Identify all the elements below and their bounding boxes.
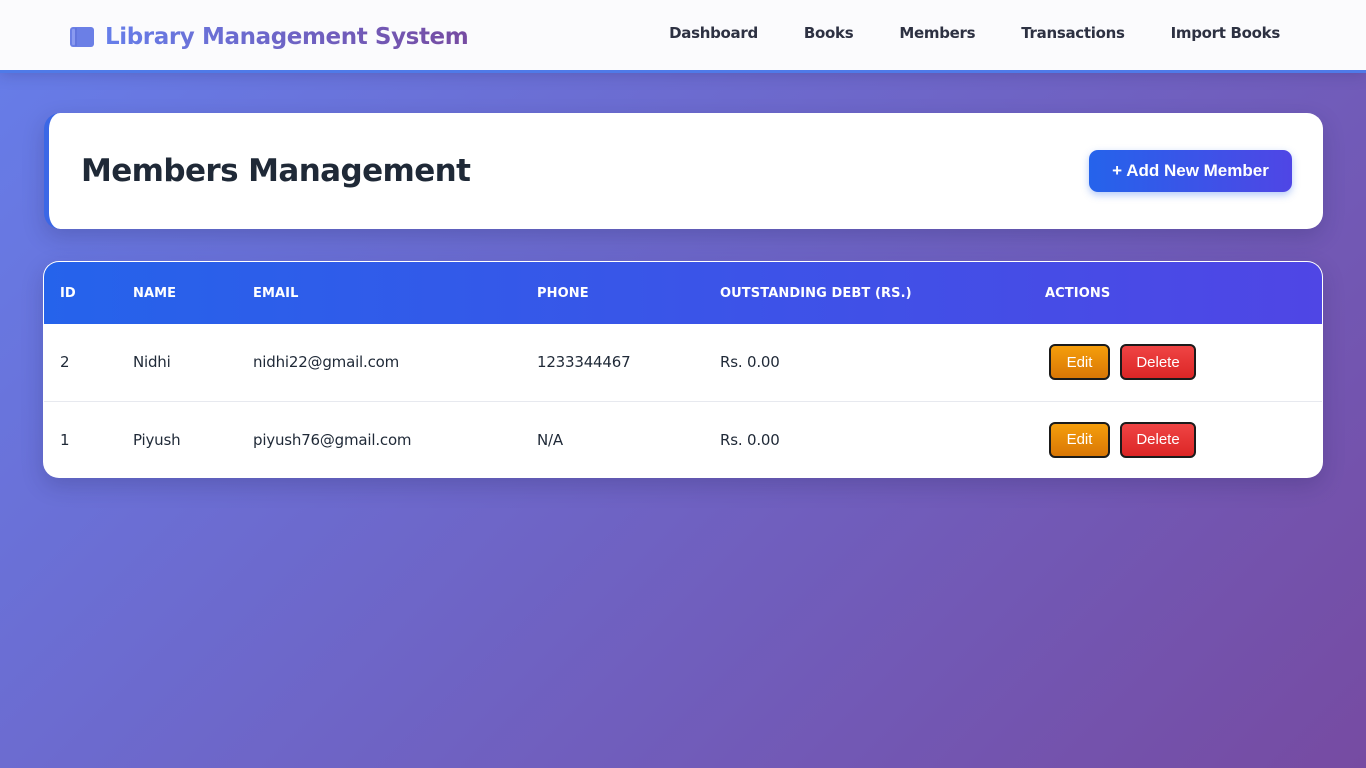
edit-button[interactable]: Edit — [1049, 421, 1110, 458]
delete-button[interactable]: Delete — [1120, 344, 1196, 381]
cell-id: 2 — [60, 353, 70, 372]
cell-actions: Edit Delete — [1029, 324, 1322, 401]
nav-members[interactable]: Members — [899, 24, 975, 42]
nav-books[interactable]: Books — [804, 24, 854, 42]
cell-debt: Rs. 0.00 — [720, 353, 780, 372]
cell-id: 1 — [44, 400, 117, 477]
members-table: ID NAME EMAIL PHONE OUTSTANDING DEBT (RS… — [44, 262, 1322, 477]
nav-import-books[interactable]: Import Books — [1171, 24, 1281, 42]
table-header-row: ID NAME EMAIL PHONE OUTSTANDING DEBT (RS… — [44, 262, 1322, 324]
members-table-card: ID NAME EMAIL PHONE OUTSTANDING DEBT (RS… — [43, 261, 1323, 478]
page-title: Members Management — [81, 153, 471, 189]
app-title: Library Management System — [105, 24, 469, 50]
column-header-id: ID — [60, 285, 76, 301]
navbar: Library Management System Dashboard Book… — [0, 0, 1366, 70]
column-header-name: NAME — [133, 285, 177, 301]
delete-button[interactable]: Delete — [1120, 421, 1196, 458]
table-row: 1 Piyush piyush76@gmail.com N/A Rs. 0.00… — [44, 400, 1322, 477]
nav-dashboard[interactable]: Dashboard — [669, 24, 758, 42]
nav-transactions[interactable]: Transactions — [1021, 24, 1125, 42]
column-header-actions: ACTIONS — [1045, 285, 1111, 301]
books-icon — [70, 27, 94, 47]
column-header-email: EMAIL — [253, 285, 299, 301]
cell-debt: Rs. 0.00 — [704, 400, 1029, 477]
cell-phone: 1233344467 — [537, 353, 631, 372]
page-header-card: Members Management + Add New Member — [44, 113, 1323, 229]
column-header-debt: OUTSTANDING DEBT (RS.) — [720, 285, 912, 301]
cell-name: Nidhi — [133, 353, 171, 372]
table-row: 2 Nidhi nidhi22@gmail.com 1233344467 Rs.… — [44, 324, 1322, 401]
column-header-phone: PHONE — [537, 285, 589, 301]
cell-email: piyush76@gmail.com — [237, 400, 521, 477]
brand[interactable]: Library Management System — [69, 20, 469, 54]
cell-phone: N/A — [521, 400, 704, 477]
cell-email: nidhi22@gmail.com — [253, 353, 400, 372]
edit-button[interactable]: Edit — [1049, 344, 1110, 381]
nav-links: Dashboard Books Members Transactions Imp… — [623, 24, 1280, 42]
add-member-button[interactable]: + Add New Member — [1089, 150, 1292, 192]
cell-actions: Edit Delete — [1029, 400, 1322, 477]
cell-name: Piyush — [117, 400, 237, 477]
